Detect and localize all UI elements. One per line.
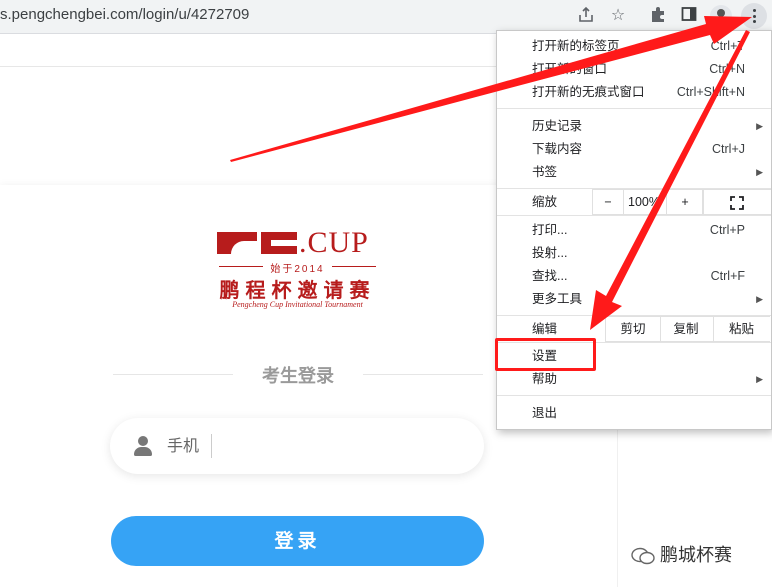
login-title: 考生登录 <box>262 366 334 386</box>
submenu-arrow-icon: ▶ <box>756 167 763 177</box>
menu-item-help[interactable]: 帮助 ▶ <box>497 368 771 390</box>
star-icon[interactable]: ☆ <box>608 6 628 26</box>
menu-label: 打开新的窗口 <box>532 62 608 76</box>
menu-shortcut: Ctrl+N <box>709 62 745 76</box>
menu-label: 帮助 <box>532 372 558 386</box>
address-bar[interactable]: s.pengchengbei.com/login/u/4272709 <box>0 6 249 23</box>
copy-button[interactable]: 复制 <box>659 316 714 342</box>
menu-label: 更多工具 <box>532 292 583 306</box>
menu-separator <box>497 108 771 109</box>
share-icon[interactable] <box>576 6 596 26</box>
logo-mark-right <box>261 232 297 254</box>
menu-shortcut: Ctrl+Shift+N <box>676 85 745 99</box>
login-button[interactable]: 登录 <box>111 516 484 566</box>
submenu-arrow-icon: ▶ <box>756 294 763 304</box>
input-divider <box>211 434 212 458</box>
menu-item-more-tools[interactable]: 更多工具 ▶ <box>497 288 771 310</box>
menu-shortcut: Ctrl+T <box>710 39 745 53</box>
menu-item-cast[interactable]: 投射... <box>497 242 771 264</box>
fullscreen-button[interactable] <box>702 189 771 215</box>
profile-icon[interactable] <box>710 5 732 27</box>
logo-mark-left <box>217 232 257 254</box>
logo-chinese-name: 鹏程杯邀请赛 <box>219 280 376 302</box>
menu-item-zoom: 缩放 − 100% + <box>497 189 771 215</box>
menu-shortcut: Ctrl+F <box>710 269 745 283</box>
menu-label: 下载内容 <box>532 142 583 156</box>
watermark-text: 鹏城杯赛 <box>660 545 732 565</box>
menu-item-history[interactable]: 历史记录 ▶ <box>497 115 771 137</box>
menu-label: 打印... <box>532 223 568 237</box>
menu-item-downloads[interactable]: 下载内容 Ctrl+J <box>497 138 771 160</box>
menu-label: 退出 <box>532 406 558 420</box>
menu-item-new-window[interactable]: 打开新的窗口 Ctrl+N <box>497 58 771 80</box>
menu-shortcut: Ctrl+P <box>709 223 745 237</box>
menu-label: 投射... <box>532 246 568 260</box>
menu-label: 打开新的无痕式窗口 <box>532 85 645 99</box>
menu-label: 书签 <box>532 165 558 179</box>
menu-item-incognito[interactable]: 打开新的无痕式窗口 Ctrl+Shift+N <box>497 81 771 103</box>
user-icon <box>134 436 152 456</box>
menu-item-new-tab[interactable]: 打开新的标签页 Ctrl+T <box>497 35 771 57</box>
menu-item-find[interactable]: 查找... Ctrl+F <box>497 265 771 287</box>
menu-item-bookmarks[interactable]: 书签 ▶ <box>497 161 771 183</box>
wechat-icon <box>630 546 656 566</box>
menu-icon[interactable] <box>741 3 767 29</box>
side-panel-icon[interactable] <box>679 6 699 26</box>
menu-separator <box>497 215 771 216</box>
phone-field[interactable] <box>110 418 484 474</box>
menu-item-exit[interactable]: 退出 <box>497 402 771 424</box>
submenu-arrow-icon: ▶ <box>756 374 763 384</box>
cut-button[interactable]: 剪切 <box>605 316 661 342</box>
logo-since-text: 始于2014 <box>215 260 380 275</box>
submenu-arrow-icon: ▶ <box>756 121 763 131</box>
menu-label: 查找... <box>532 269 568 283</box>
login-title-row: 考生登录 <box>113 362 483 386</box>
zoom-in-button[interactable]: + <box>666 189 704 215</box>
menu-item-print[interactable]: 打印... Ctrl+P <box>497 219 771 241</box>
zoom-value: 100% <box>622 189 666 215</box>
menu-label: 缩放 <box>532 195 558 209</box>
pengcheng-cup-logo: .CUP 始于2014 鹏程杯邀请赛 Pengcheng Cup Invitat… <box>215 226 380 312</box>
zoom-out-button[interactable]: − <box>592 189 624 215</box>
logo-cup-text: .CUP <box>299 226 369 259</box>
menu-shortcut: Ctrl+J <box>712 142 745 156</box>
fullscreen-icon <box>730 195 744 210</box>
settings-highlight-box <box>495 338 596 371</box>
menu-label: 打开新的标签页 <box>532 39 620 53</box>
browser-toolbar: s.pengchengbei.com/login/u/4272709 ☆ <box>0 0 772 34</box>
menu-label: 历史记录 <box>532 119 583 133</box>
logo-english-name: Pengcheng Cup Invitational Tournament <box>232 300 363 309</box>
paste-button[interactable]: 粘贴 <box>713 316 770 342</box>
wechat-watermark: 鹏城杯赛 <box>630 541 732 567</box>
extensions-icon[interactable] <box>648 6 668 26</box>
menu-separator <box>497 395 771 396</box>
